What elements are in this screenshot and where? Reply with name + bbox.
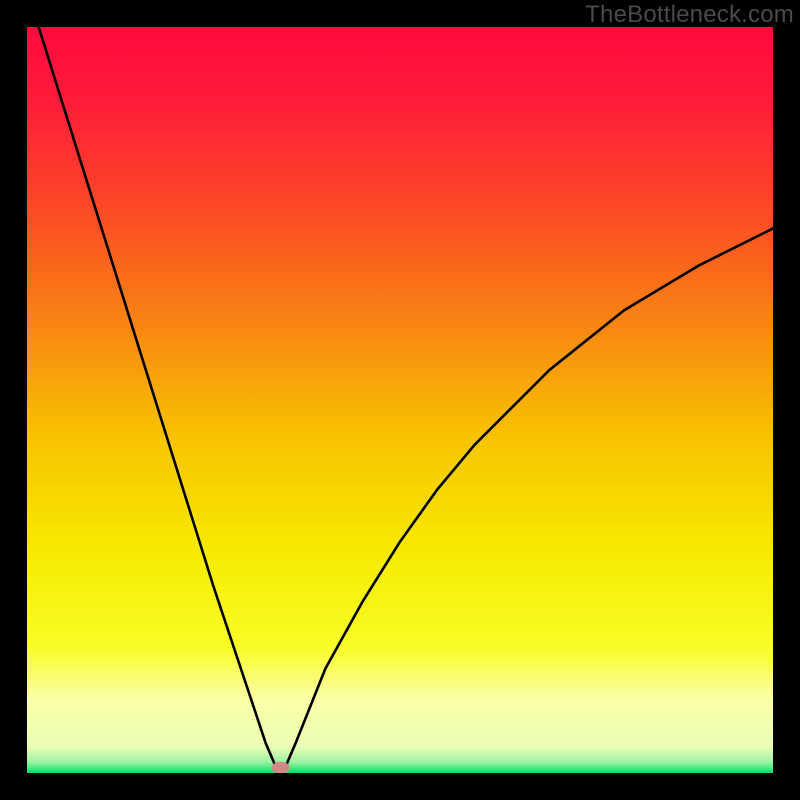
chart-stage: TheBottleneck.com [0,0,800,800]
gradient-background [27,27,773,773]
watermark-text: TheBottleneck.com [585,1,794,29]
bottleneck-plot [27,27,773,773]
